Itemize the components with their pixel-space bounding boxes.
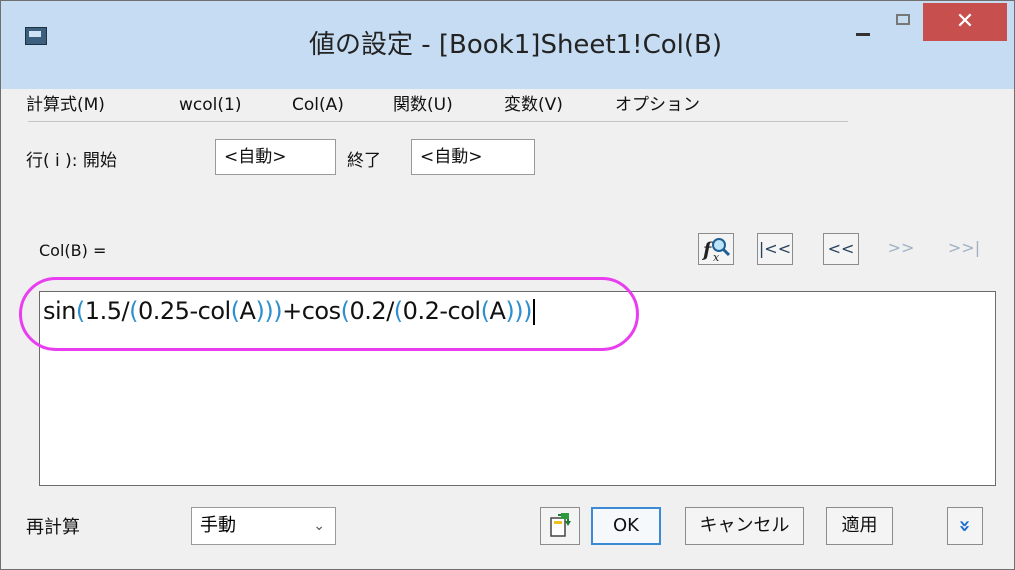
window-title: 値の設定 - [Book1]Sheet1!Col(B) <box>309 30 722 60</box>
row-start-input[interactable]: <自動> <box>215 139 336 175</box>
menu-divider <box>28 121 848 122</box>
recalculate-mode-value: 手動 <box>200 515 236 536</box>
maximize-icon[interactable] <box>889 11 921 39</box>
row-end-label: 終了 <box>347 151 381 171</box>
menu-formula[interactable]: 計算式(M) <box>26 89 105 122</box>
cancel-button[interactable]: キャンセル <box>685 507 804 545</box>
minimize-icon[interactable] <box>843 11 883 39</box>
last-row-button[interactable]: >>| <box>944 233 984 265</box>
menu-options[interactable]: オプション <box>615 89 700 122</box>
annotation-circle <box>19 277 639 351</box>
row-range-label: 行( i ): 開始 <box>26 151 117 171</box>
recalculate-mode-select[interactable]: 手動 ⌄ <box>191 507 336 545</box>
row-end-input[interactable]: <自動> <box>411 139 535 175</box>
menu-col-a[interactable]: Col(A) <box>292 89 344 122</box>
svg-text:x: x <box>713 251 720 264</box>
formula-label: Col(B) = <box>39 241 107 260</box>
close-icon[interactable]: ✕ <box>923 3 1007 41</box>
apply-button[interactable]: 適用 <box>826 507 893 545</box>
menu-wcol[interactable]: wcol(1) <box>179 89 241 122</box>
menu-variables[interactable]: 変数(V) <box>504 89 563 122</box>
chevron-down-icon: ⌄ <box>313 518 325 534</box>
recalculate-label: 再計算 <box>26 517 80 538</box>
open-file-icon[interactable] <box>540 507 580 545</box>
menu-functions[interactable]: 関数(U) <box>393 89 453 122</box>
next-row-button[interactable]: >> <box>883 233 919 265</box>
set-values-dialog: 値の設定 - [Book1]Sheet1!Col(B) ✕ 計算式(M) wco… <box>0 0 1015 570</box>
title-bar[interactable]: 値の設定 - [Book1]Sheet1!Col(B) ✕ <box>1 1 1014 89</box>
prev-row-button[interactable]: << <box>823 233 859 265</box>
function-search-icon[interactable]: f x <box>698 233 734 265</box>
expand-icon[interactable]: » <box>947 507 983 545</box>
menu-bar: 計算式(M) wcol(1) Col(A) 関数(U) 変数(V) オプション <box>1 89 1014 122</box>
first-row-button[interactable]: |<< <box>757 233 793 265</box>
ok-button[interactable]: OK <box>591 507 661 545</box>
